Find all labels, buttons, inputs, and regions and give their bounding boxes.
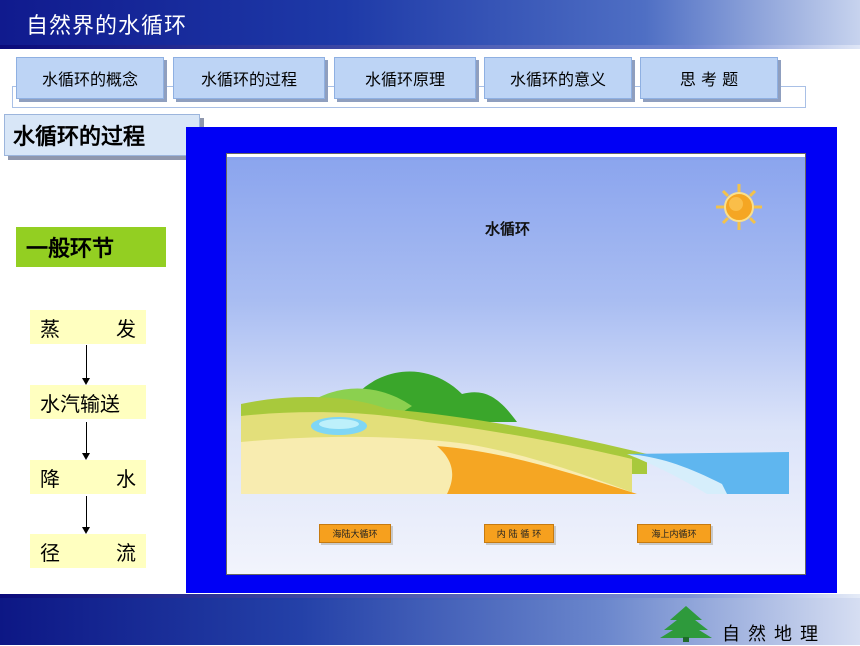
water-cycle-animation[interactable]: 水循环 海陆大循环 内 陆 循 环 海上内循环 [226, 153, 806, 575]
tab-process[interactable]: 水循环的过程 [173, 57, 325, 99]
step-evaporation-char-1: 蒸 [40, 316, 60, 341]
step-evaporation-char-2: 发 [116, 316, 136, 341]
step-runoff-char-2: 流 [116, 540, 136, 565]
arrow-down-icon [82, 345, 92, 385]
step-runoff: 径 流 [30, 534, 146, 568]
step-precipitation: 降 水 [30, 460, 146, 494]
step-evaporation: 蒸 发 [30, 310, 146, 344]
inland-cycle-button[interactable]: 内 陆 循 环 [484, 524, 554, 543]
step-precipitation-char-2: 水 [116, 466, 136, 491]
ocean-cycle-button[interactable]: 海上内循环 [637, 524, 711, 543]
landscape-illustration [241, 184, 789, 494]
step-precipitation-char-1: 降 [40, 466, 60, 491]
arrow-down-icon [82, 496, 92, 534]
steps-heading: 一般环节 [16, 227, 166, 267]
footer-brand: 自然地理 [722, 624, 826, 645]
tab-questions[interactable]: 思 考 题 [640, 57, 778, 99]
tab-concept[interactable]: 水循环的概念 [16, 57, 164, 99]
tab-principle[interactable]: 水循环原理 [334, 57, 476, 99]
pine-tree-icon [660, 606, 712, 642]
step-vapor-transport: 水汽输送 [30, 385, 146, 419]
animation-title: 水循环 [485, 220, 531, 238]
title-bar: 自然界的水循环 [0, 0, 860, 45]
sun-icon [716, 184, 762, 230]
page-title: 自然界的水循环 [26, 14, 188, 39]
tab-significance[interactable]: 水循环的意义 [484, 57, 632, 99]
section-title: 水循环的过程 [4, 114, 200, 156]
step-runoff-char-1: 径 [40, 540, 60, 565]
sea-land-cycle-button[interactable]: 海陆大循环 [319, 524, 391, 543]
arrow-down-icon [82, 422, 92, 460]
title-divider [0, 45, 860, 49]
